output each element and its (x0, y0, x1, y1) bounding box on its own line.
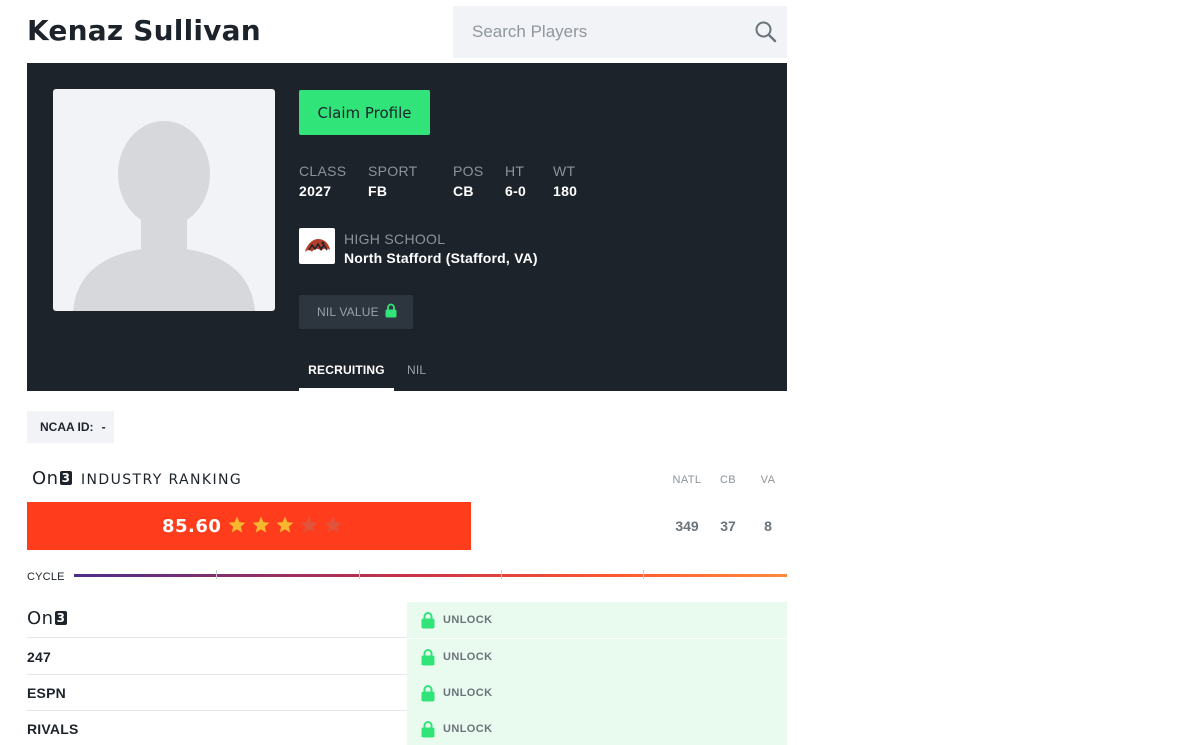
star-filled-icon (276, 516, 294, 533)
stat-wt: WT 180 (553, 163, 577, 199)
nil-value-button[interactable]: NIL VALUE (299, 295, 413, 329)
stat-value: CB (453, 183, 474, 199)
star-filled-icon (252, 516, 270, 533)
cycle-tick (216, 570, 217, 579)
search-bar[interactable] (453, 6, 787, 58)
lock-icon (385, 303, 397, 321)
source-name: 247 (27, 649, 51, 665)
star-empty-icon (324, 516, 342, 533)
unlock-button[interactable]: UNLOCK (407, 639, 787, 675)
ncaa-id-value: - (101, 420, 106, 434)
source-row-espn: ESPN UNLOCK (27, 675, 787, 711)
source-name: ESPN (27, 685, 66, 701)
cycle-tick (359, 570, 360, 579)
profile-header-card: Claim Profile CLASS 2027 SPORT FB POS CB… (27, 63, 787, 391)
stat-pos: POS CB (453, 163, 483, 199)
cycle-tick (501, 570, 502, 579)
stat-label: WT (553, 163, 576, 179)
rank-position-value: 37 (720, 518, 736, 534)
cycle-label: CYCLE (27, 571, 65, 583)
rank-natl-value: 349 (675, 518, 699, 534)
industry-rating-bar: 85.60 (27, 502, 471, 550)
rank-col-header: CB (719, 474, 737, 486)
on3-logo-text: On (27, 608, 54, 629)
nil-value-label: NIL VALUE (317, 305, 379, 319)
lock-icon (421, 649, 435, 666)
stat-label: SPORT (368, 163, 418, 179)
unlock-button[interactable]: UNLOCK (407, 675, 787, 711)
rank-col-header: VA (760, 474, 776, 486)
lock-icon (421, 685, 435, 702)
star-empty-icon (300, 516, 318, 533)
stat-class: CLASS 2027 (299, 163, 346, 199)
stat-value: 180 (553, 183, 578, 199)
stat-ht: HT 6-0 (505, 163, 526, 199)
search-input[interactable] (453, 6, 743, 58)
stat-sport: SPORT FB (368, 163, 417, 199)
stat-value: 2027 (299, 183, 332, 199)
cycle-timeline (74, 574, 787, 577)
source-name: RIVALS (27, 721, 79, 737)
lock-icon (421, 612, 435, 629)
ncaa-id-badge: NCAA ID: - (27, 411, 114, 443)
rank-col-header: NATL (672, 474, 702, 486)
source-row-247: 247 UNLOCK (27, 639, 787, 675)
star-filled-icon (228, 516, 246, 533)
claim-profile-button[interactable]: Claim Profile (299, 90, 430, 135)
unlock-label: UNLOCK (443, 614, 493, 626)
on3-logo: On 3 (32, 468, 73, 489)
on3-logo: On 3 (27, 608, 68, 629)
rating-score: 85.60 (162, 516, 222, 537)
stat-label: HT (505, 163, 525, 179)
high-school-name[interactable]: North Stafford (Stafford, VA) (344, 250, 538, 266)
cycle-tick (643, 570, 644, 579)
unlock-button[interactable]: UNLOCK (407, 711, 787, 745)
ncaa-id-label: NCAA ID: (40, 420, 94, 434)
unlock-button[interactable]: UNLOCK (407, 602, 787, 638)
source-row-on3: On 3 UNLOCK (27, 602, 787, 638)
tab-recruiting[interactable]: RECRUITING (299, 363, 394, 391)
lock-icon (421, 721, 435, 738)
stat-label: CLASS (299, 163, 347, 179)
on3-logo-number: 3 (59, 471, 73, 485)
rank-state-value: 8 (764, 518, 772, 534)
school-logo[interactable] (299, 228, 335, 264)
stat-value: FB (368, 183, 388, 199)
unlock-label: UNLOCK (443, 687, 493, 699)
unlock-label: UNLOCK (443, 651, 493, 663)
stat-label: POS (453, 163, 484, 179)
on3-logo-text: On (32, 468, 59, 489)
search-icon[interactable] (754, 20, 778, 44)
tab-nil[interactable]: NIL (407, 363, 426, 377)
source-row-rivals: RIVALS UNLOCK (27, 711, 787, 745)
high-school-label: HIGH SCHOOL (344, 231, 446, 247)
player-name: Kenaz Sullivan (27, 14, 261, 47)
avatar-placeholder-icon (73, 121, 255, 311)
unlock-label: UNLOCK (443, 723, 493, 735)
avatar (53, 89, 275, 311)
industry-ranking-title: INDUSTRY RANKING (81, 472, 243, 488)
on3-logo-number: 3 (54, 611, 68, 625)
stat-value: 6-0 (505, 183, 527, 199)
star-rating (227, 515, 343, 535)
